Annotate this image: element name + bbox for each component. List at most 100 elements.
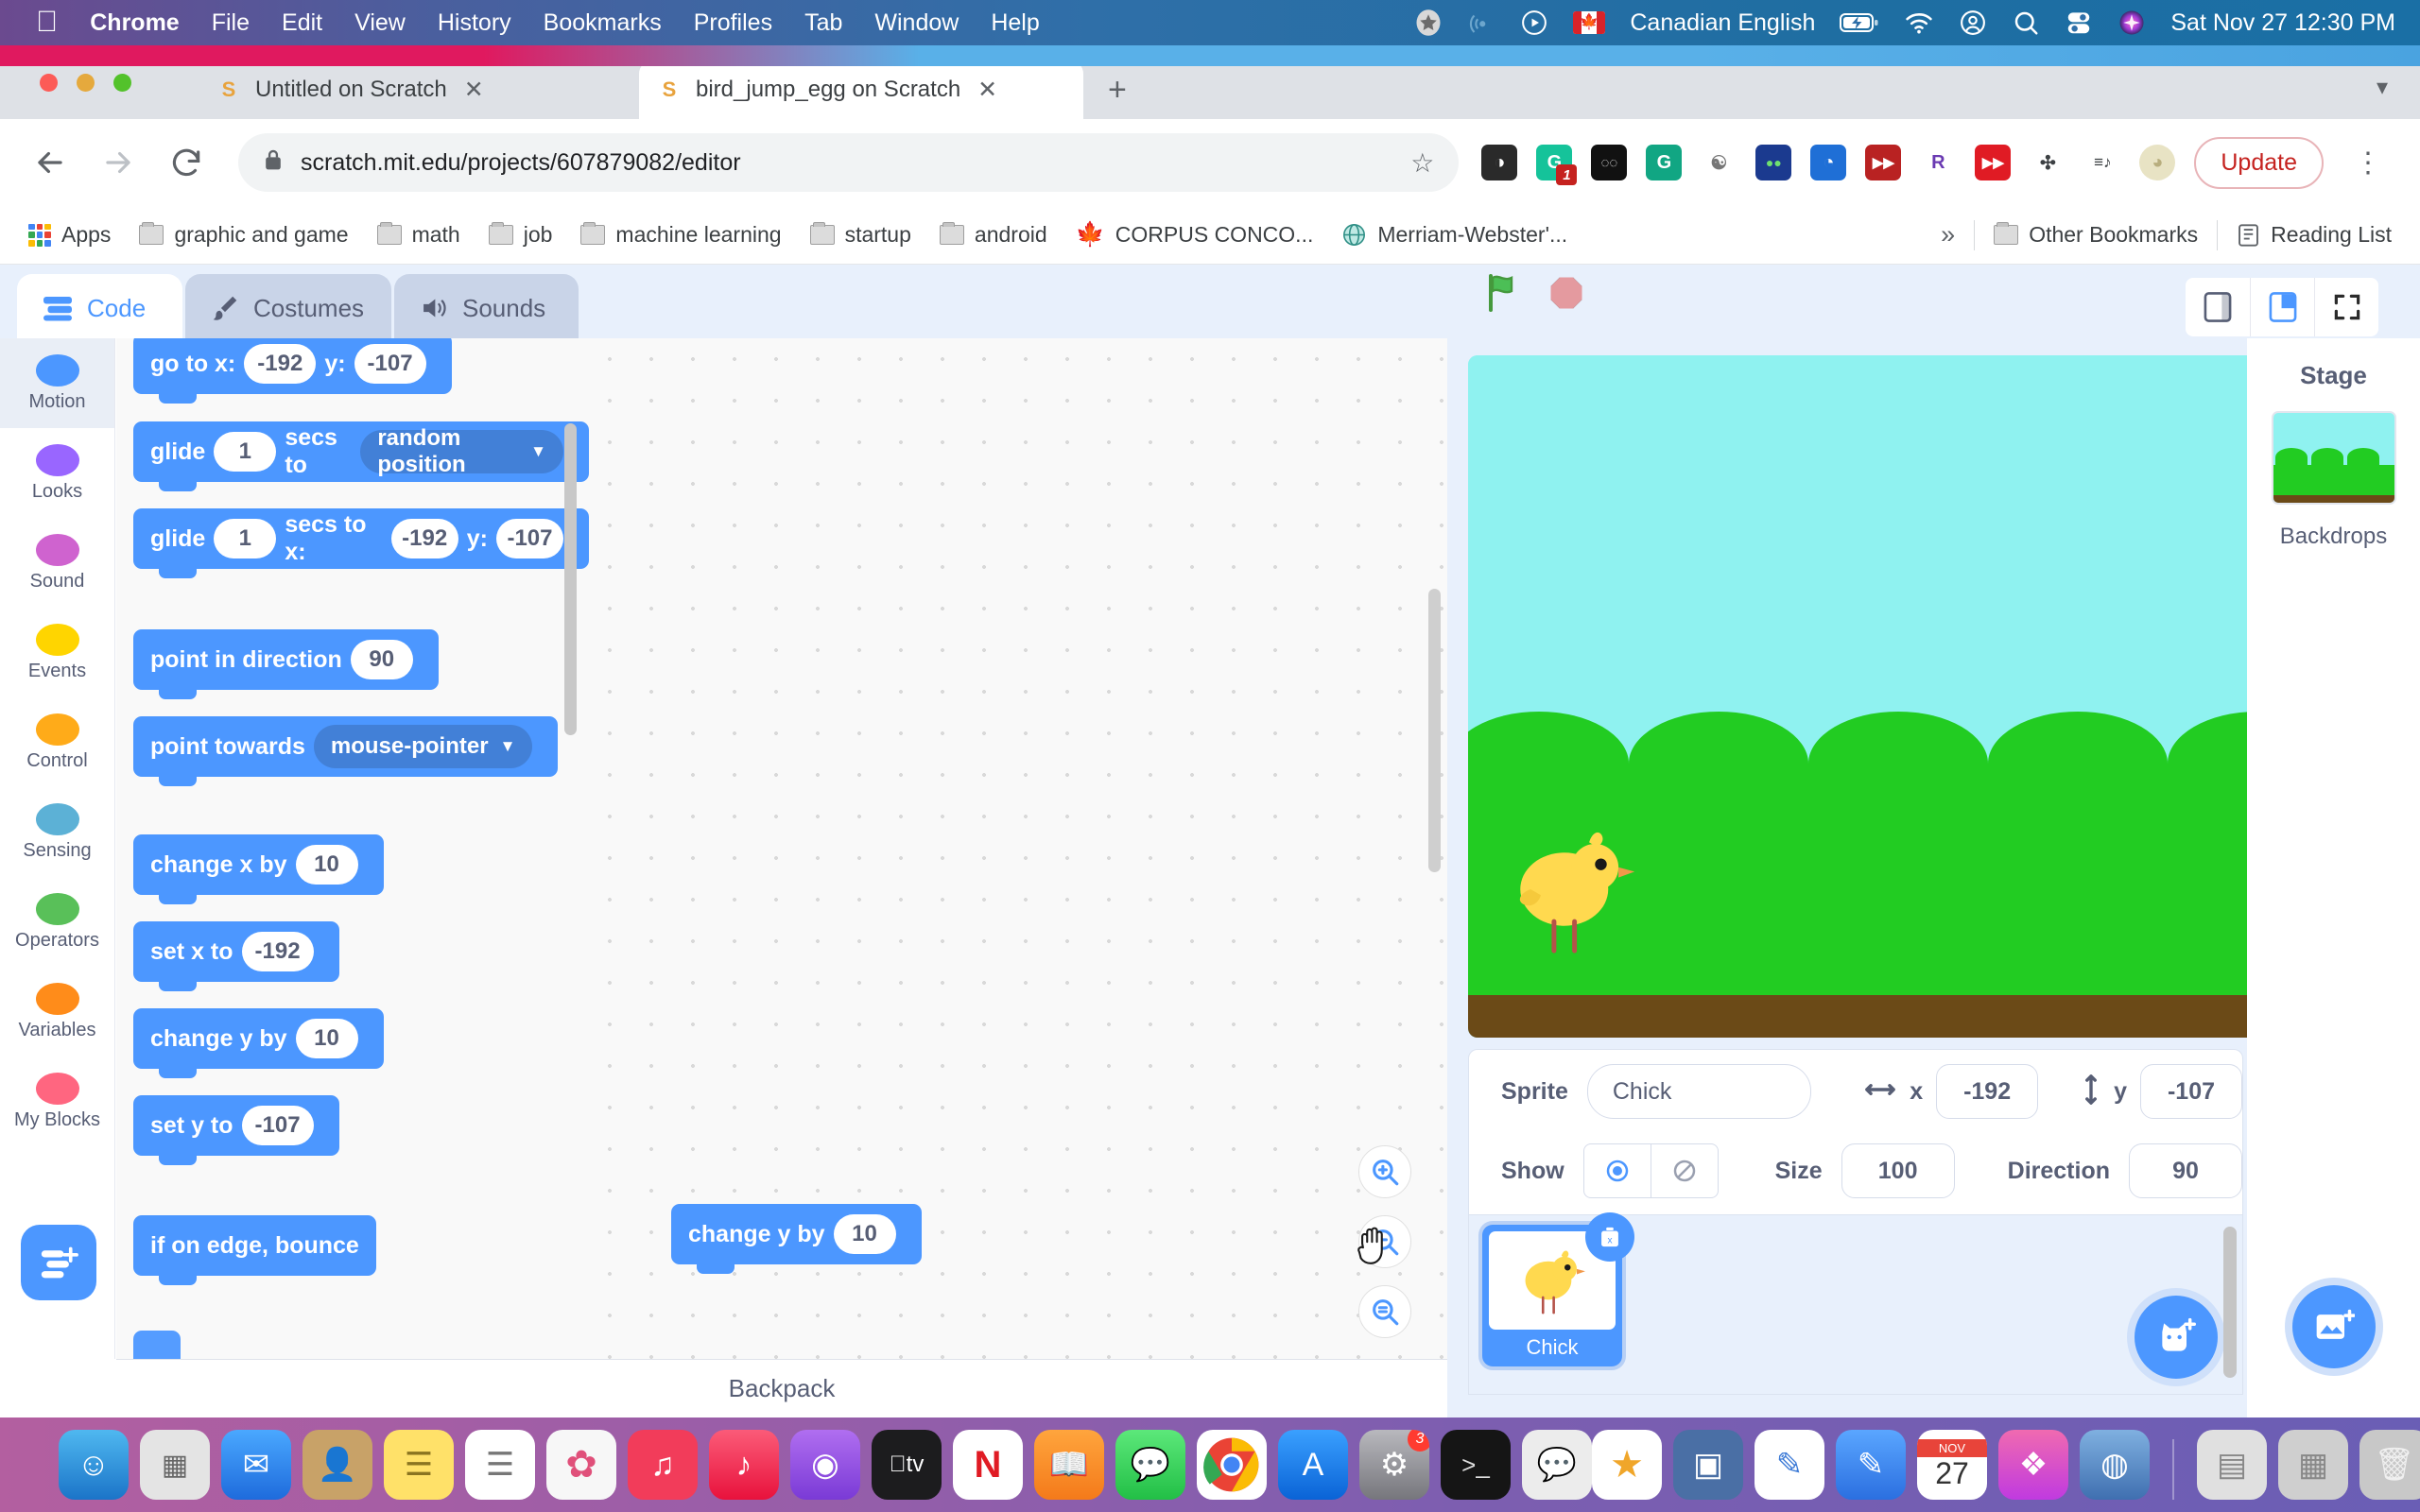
y-input[interactable]: -107	[2140, 1064, 2242, 1119]
sprite-list[interactable]: Chick x	[1468, 1212, 2243, 1395]
block-input-y[interactable]: -107	[495, 519, 563, 558]
category-control[interactable]: Control	[0, 697, 114, 787]
set-y-to-block[interactable]: set y to -107	[133, 1095, 339, 1165]
menu-item-edit[interactable]: Edit	[282, 9, 322, 37]
bookmark-apps[interactable]: Apps	[28, 222, 111, 248]
zoom-in-button[interactable]	[1358, 1145, 1411, 1198]
menu-item-chrome[interactable]: Chrome	[90, 9, 179, 37]
appstore-dock-icon[interactable]: A	[1278, 1430, 1348, 1500]
keynote-dock-icon[interactable]: ★	[1592, 1430, 1662, 1500]
shortcuts-dock-icon[interactable]: ❖	[1998, 1430, 2068, 1500]
if-on-edge-bounce-block[interactable]: if on edge, bounce	[133, 1215, 376, 1285]
reading-queue-icon[interactable]: ≡♪	[2084, 145, 2121, 180]
category-events[interactable]: Events	[0, 608, 114, 697]
block-input-x[interactable]: -192	[244, 344, 317, 384]
other-bookmarks-button[interactable]: Other Bookmarks	[1994, 222, 2198, 248]
close-icon[interactable]: ✕	[464, 76, 484, 104]
block-input-direction[interactable]: 90	[350, 640, 413, 679]
menu-item-profiles[interactable]: Profiles	[694, 9, 772, 37]
block-input-value[interactable]: -192	[241, 932, 314, 971]
rakuten-extension-icon[interactable]: R	[1920, 145, 1957, 180]
itunes-dock-icon[interactable]: ♫	[628, 1430, 698, 1500]
menu-item-view[interactable]: View	[354, 9, 406, 37]
podcasts-dock-icon[interactable]: ◉	[790, 1430, 860, 1500]
bookmark-machine-learning[interactable]: machine learning	[580, 222, 782, 248]
zoom-extension-icon[interactable]: ◑	[1481, 145, 1518, 180]
tab-costumes[interactable]: Costumes	[185, 274, 391, 342]
puzzle-extensions-icon[interactable]: ✣	[2030, 145, 2066, 180]
add-sprite-cat-icon[interactable]	[2135, 1296, 2218, 1379]
wechat-dock-icon[interactable]: 💬	[1522, 1430, 1592, 1500]
video-speed-extension-icon[interactable]: ▶▶	[1975, 145, 2012, 180]
sprite-name-input[interactable]: Chick	[1586, 1064, 1812, 1119]
large-stage-button[interactable]	[2250, 278, 2314, 336]
back-arrow-icon[interactable]	[32, 145, 68, 180]
bookmark-math[interactable]: math	[376, 222, 460, 248]
menu-item-file[interactable]: File	[212, 9, 250, 37]
address-bar[interactable]: scratch.mit.edu/projects/607879082/edito…	[238, 133, 1460, 192]
trash-dock-icon[interactable]: 🗑	[2360, 1430, 2420, 1500]
block-input-y[interactable]: -107	[354, 344, 426, 384]
menu-item-bookmarks[interactable]: Bookmarks	[544, 9, 662, 37]
browser-dock-icon[interactable]: ◍	[2080, 1430, 2150, 1500]
backpack-bar[interactable]: Backpack	[116, 1359, 1447, 1418]
siri-icon[interactable]	[2118, 9, 2146, 37]
category-operators[interactable]: Operators	[0, 877, 114, 967]
browser-tab-untitled[interactable]: S Untitled on Scratch ✕	[199, 60, 614, 119]
bookmark-android[interactable]: android	[939, 222, 1047, 248]
apple-logo-icon[interactable]: 	[36, 7, 58, 36]
reading-list-button[interactable]: Reading List	[2237, 222, 2392, 248]
sprite-card-chick[interactable]: Chick x	[1482, 1212, 1634, 1366]
delete-trash-icon[interactable]: x	[1585, 1212, 1634, 1262]
block-input-value[interactable]: 10	[295, 1019, 358, 1058]
canada-flag-icon[interactable]: 🍁	[1573, 11, 1606, 34]
calendar-dock-icon[interactable]: NOV 27	[1917, 1430, 1987, 1500]
spotlight-search-icon[interactable]	[2012, 9, 2040, 37]
update-button[interactable]: Update	[2194, 136, 2324, 189]
set-x-to-block[interactable]: set x to -192	[133, 921, 339, 991]
reload-icon[interactable]	[168, 145, 204, 180]
terminal-dock-icon[interactable]: >_	[1441, 1430, 1511, 1500]
bookmark-merriam-webster[interactable]: Merriam-Webster'...	[1341, 222, 1567, 248]
user-account-icon[interactable]	[1959, 9, 1987, 37]
stage-canvas[interactable]	[1468, 355, 2377, 1038]
small-stage-button[interactable]	[2186, 278, 2250, 336]
chrome-dock-icon[interactable]	[1197, 1430, 1267, 1500]
mail-dock-icon[interactable]: ✉	[221, 1430, 291, 1500]
category-motion[interactable]: Motion	[0, 338, 114, 428]
finder-dock-icon[interactable]: ☺	[59, 1430, 129, 1500]
zoom-reset-button[interactable]	[1358, 1285, 1411, 1338]
bookmark-corpus-concordance[interactable]: 🍁 CORPUS CONCO...	[1076, 221, 1314, 249]
block-dropdown-towards[interactable]: mouse-pointer ▼	[313, 725, 533, 768]
block-input-value[interactable]: 10	[295, 845, 358, 885]
documents-stack-icon[interactable]: ▦	[2278, 1430, 2348, 1500]
settings-dock-icon[interactable]: ⚙ 3	[1359, 1430, 1429, 1500]
glide-secs-to-block[interactable]: glide 1 secs to random position ▼	[133, 421, 589, 491]
close-icon[interactable]: ✕	[977, 76, 997, 104]
menu-item-window[interactable]: Window	[874, 9, 959, 37]
change-y-by-block-dragged[interactable]: change y by 10	[671, 1204, 922, 1274]
launchpad-dock-icon[interactable]: ▦	[140, 1430, 210, 1500]
menu-item-history[interactable]: History	[438, 9, 511, 37]
category-variables[interactable]: Variables	[0, 967, 114, 1057]
wifi-icon[interactable]	[1904, 10, 1934, 35]
new-tab-button[interactable]: +	[1108, 72, 1127, 109]
block-input-value[interactable]: -107	[241, 1106, 314, 1145]
star-outline-icon[interactable]: ☆	[1410, 147, 1434, 179]
menu-item-help[interactable]: Help	[991, 9, 1039, 37]
bookmark-startup[interactable]: startup	[809, 222, 911, 248]
sprite-list-scrollbar[interactable]	[2223, 1227, 2237, 1378]
category-sensing[interactable]: Sensing	[0, 787, 114, 877]
bookmark-job[interactable]: job	[488, 222, 552, 248]
pencil-dock-icon[interactable]: ✎	[1836, 1430, 1906, 1500]
code-workspace[interactable]: change y by 10	[589, 338, 1447, 1359]
downloads-stack-icon[interactable]: ▤	[2197, 1430, 2267, 1500]
category-sound[interactable]: Sound	[0, 518, 114, 608]
stop-sign-icon[interactable]	[1546, 272, 1587, 318]
add-backdrop-icon[interactable]	[2292, 1285, 2376, 1368]
direction-input[interactable]: 90	[2129, 1143, 2242, 1198]
tab-sounds[interactable]: Sounds	[394, 274, 579, 342]
add-extension-button[interactable]	[21, 1225, 96, 1300]
paw-extension-icon[interactable]: ☯	[1701, 145, 1737, 180]
appletv-dock-icon[interactable]: tv	[872, 1430, 942, 1500]
